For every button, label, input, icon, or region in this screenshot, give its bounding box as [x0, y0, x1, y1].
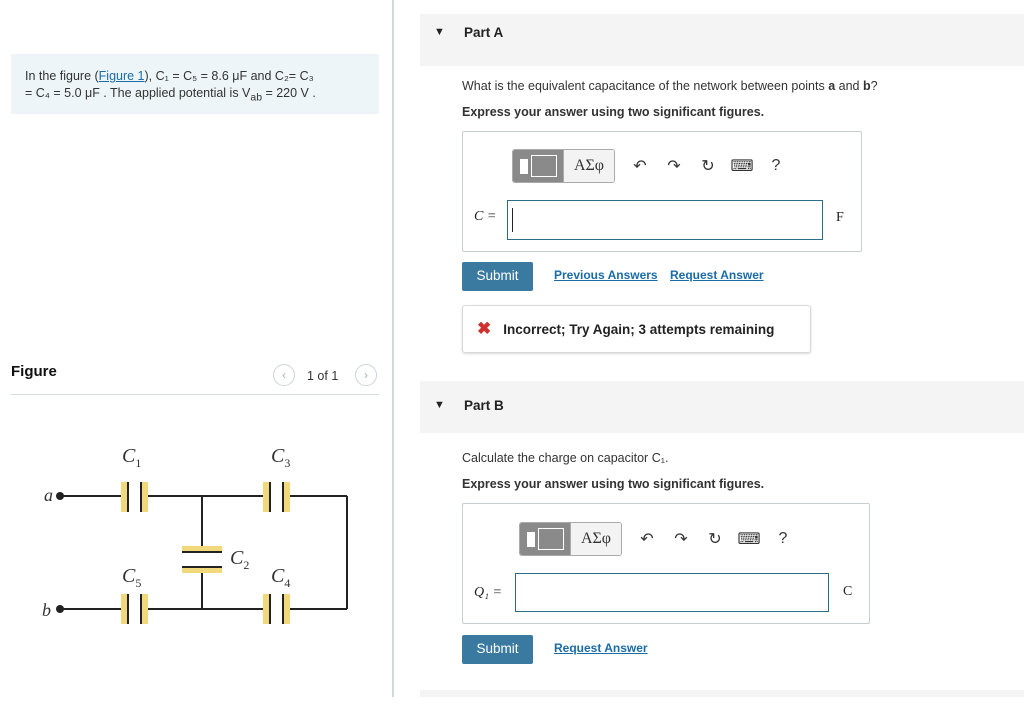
label-b: b [42, 600, 51, 620]
template-square-icon [526, 531, 535, 547]
part-b-math-toolbar: ΑΣφ ↶ ↷ ↻ ⌨ ? [519, 522, 800, 556]
part-b-variable-label: Q₁ = [474, 585, 502, 600]
part-b-header[interactable]: ▼ Part B [420, 381, 1024, 433]
label-c5: C5 [122, 565, 141, 590]
reset-icon[interactable]: ↻ [691, 156, 725, 176]
part-b-submit-button[interactable]: Submit [462, 635, 533, 664]
part-b-unit: C [843, 584, 853, 599]
redo-icon[interactable]: ↷ [664, 529, 698, 549]
capacitor-c2 [182, 546, 222, 573]
next-figure-button[interactable]: › [355, 364, 377, 386]
label-c3: C3 [271, 445, 290, 470]
part-b-request-answer-link[interactable]: Request Answer [554, 641, 648, 655]
capacitor-c1 [121, 482, 148, 512]
next-section-edge [420, 690, 1024, 697]
column-divider [392, 0, 394, 697]
feedback-message: ✖ Incorrect; Try Again; 3 attempts remai… [462, 305, 811, 353]
capacitor-c3 [263, 482, 290, 512]
label-a: a [44, 485, 53, 505]
greek-symbols-button[interactable]: ΑΣφ [563, 150, 614, 182]
incorrect-x-icon: ✖ [477, 319, 492, 338]
greek-symbols-button[interactable]: ΑΣφ [570, 523, 621, 555]
keyboard-icon[interactable]: ⌨ [725, 156, 759, 176]
caret-down-icon: ▼ [434, 399, 445, 411]
part-b-instruction: Express your answer using two significan… [462, 477, 765, 491]
figure-divider [11, 394, 379, 395]
capacitor-c5 [121, 594, 148, 624]
part-a-question: What is the equivalent capacitance of th… [462, 79, 878, 93]
label-c1: C1 [122, 445, 141, 470]
template-square-icon [519, 158, 528, 174]
undo-icon[interactable]: ↶ [630, 529, 664, 549]
part-b-answer-box: ΑΣφ ↶ ↷ ↻ ⌨ ? Q₁ = C [462, 503, 870, 624]
terminal-b [56, 605, 64, 613]
part-a-answer-input[interactable] [507, 200, 823, 240]
templates-button[interactable] [520, 523, 570, 555]
part-b-title: Part B [464, 398, 504, 413]
help-icon[interactable]: ? [766, 530, 800, 548]
circuit-diagram: a b C1 C3 C2 C5 C4 [42, 445, 348, 624]
problem-line1-math: C₁ = C₅ = 8.6 μF and C₂= C₃ [155, 69, 314, 83]
reset-icon[interactable]: ↻ [698, 529, 732, 549]
capacitor-c4 [263, 594, 290, 624]
part-a-request-answer-link[interactable]: Request Answer [670, 268, 764, 282]
fraction-sqrt-icon [530, 155, 557, 177]
part-a-math-toolbar: ΑΣφ ↶ ↷ ↻ ⌨ ? [512, 149, 793, 183]
part-a-header[interactable]: ▼ Part A [420, 14, 1024, 66]
label-c2: C2 [230, 547, 249, 572]
part-a-title: Part A [464, 25, 504, 40]
problem-line2-math: = C₄ = 5.0 μF . The applied potential is… [25, 86, 251, 100]
prev-figure-button[interactable]: ‹ [273, 364, 295, 386]
figure-pager: 1 of 1 [307, 369, 339, 383]
redo-icon[interactable]: ↷ [657, 156, 691, 176]
figure-heading: Figure [11, 363, 57, 380]
part-a-unit: F [836, 210, 844, 225]
terminal-a [56, 492, 64, 500]
part-a-instruction: Express your answer using two significan… [462, 105, 765, 119]
part-b-question: Calculate the charge on capacitor C₁. [462, 451, 669, 465]
part-a-answer-box: ΑΣφ ↶ ↷ ↻ ⌨ ? C = F [462, 131, 862, 252]
chevron-left-icon: ‹ [282, 368, 286, 382]
part-b-answer-input[interactable] [515, 573, 829, 612]
fraction-sqrt-icon [537, 528, 564, 550]
undo-icon[interactable]: ↶ [623, 156, 657, 176]
part-a-submit-button[interactable]: Submit [462, 262, 533, 291]
part-a-variable-label: C = [474, 209, 497, 224]
caret-down-icon: ▼ [434, 26, 445, 38]
figure-link[interactable]: Figure 1 [99, 69, 145, 83]
chevron-right-icon: › [364, 368, 368, 382]
templates-button[interactable] [513, 150, 563, 182]
previous-answers-link[interactable]: Previous Answers [554, 268, 658, 282]
help-icon[interactable]: ? [759, 157, 793, 175]
problem-statement: In the figure (Figure 1), C₁ = C₅ = 8.6 … [11, 54, 379, 114]
label-c4: C4 [271, 565, 290, 590]
text-caret [512, 208, 513, 232]
keyboard-icon[interactable]: ⌨ [732, 529, 766, 549]
